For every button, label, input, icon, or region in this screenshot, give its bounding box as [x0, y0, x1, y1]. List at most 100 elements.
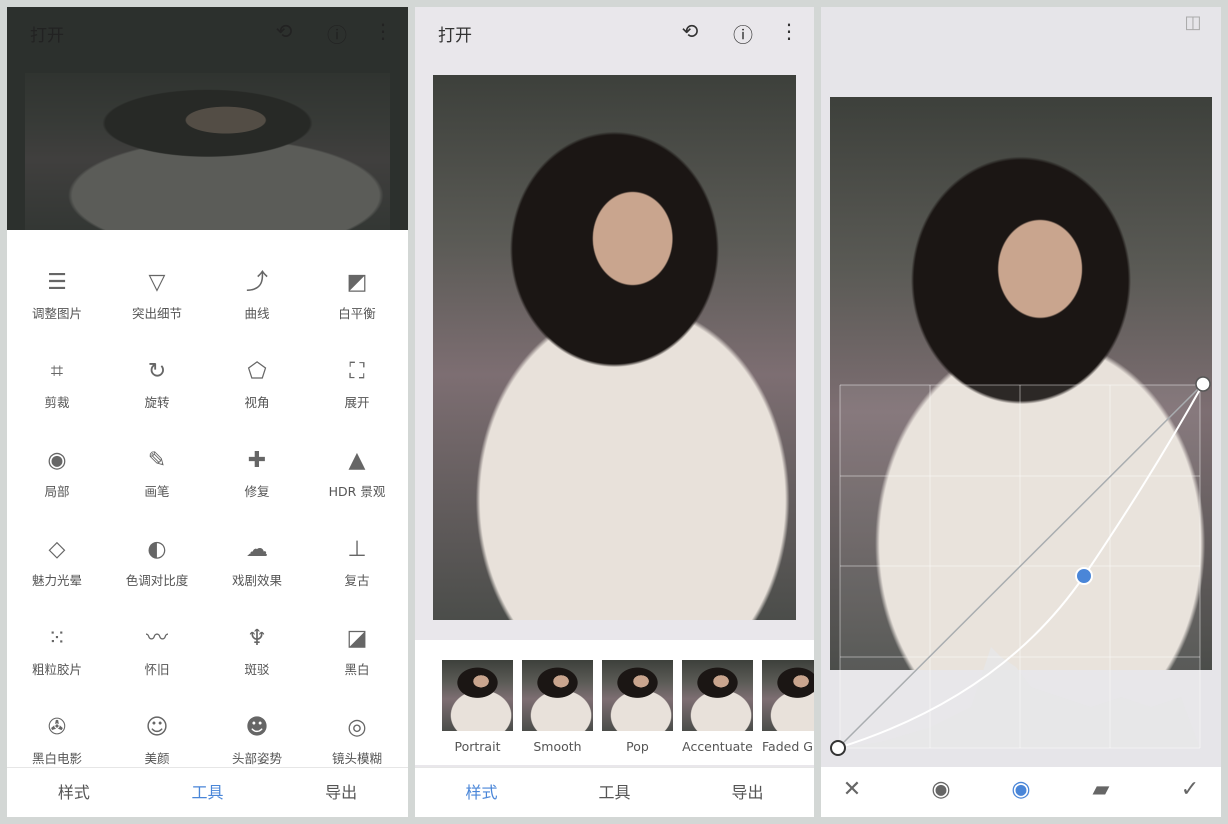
- tool-item[interactable]: ⬠ 视角: [207, 357, 307, 411]
- tool-item[interactable]: ☰ 调整图片: [7, 268, 107, 322]
- white-balance-icon: ◩: [346, 270, 368, 295]
- tool-label: 头部姿势: [231, 751, 282, 766]
- style-label: Smooth: [533, 739, 582, 754]
- tool-item[interactable]: ⛶ 展开: [307, 357, 407, 411]
- rotate-icon: ↻: [147, 359, 167, 384]
- tab-styles[interactable]: 样式: [415, 768, 548, 817]
- curve-point-black[interactable]: [830, 740, 846, 756]
- tool-label: 剪裁: [44, 395, 70, 410]
- presets-icon[interactable]: ▰: [1086, 777, 1116, 802]
- tool-item[interactable]: ▽ 突出细节: [107, 268, 207, 322]
- tool-item[interactable]: 〰怀旧: [107, 624, 207, 678]
- tool-label: 复古: [344, 573, 370, 588]
- tool-item[interactable]: ☻ 头部姿势: [207, 713, 307, 767]
- tool-label: 戏剧效果: [231, 573, 282, 588]
- drama-cloud-icon: ☁: [246, 537, 268, 562]
- tool-label: 斑驳: [244, 662, 270, 677]
- style-portrait[interactable]: Portrait: [442, 660, 513, 754]
- film-reel-icon: ✇: [47, 715, 67, 740]
- curves-toolbar: ✕ ◉ ◉ ▰ ✓: [821, 767, 1221, 817]
- open-button[interactable]: 打开: [30, 21, 64, 46]
- style-label: Faded Gl: [762, 739, 814, 754]
- tool-item[interactable]: ✎ 画笔: [107, 446, 207, 500]
- check-icon[interactable]: ✓: [1175, 777, 1205, 802]
- style-pop[interactable]: Pop: [602, 660, 673, 754]
- tool-item[interactable]: ⊥ 复古: [307, 535, 407, 589]
- tab-tools[interactable]: 工具: [141, 768, 275, 817]
- tool-item[interactable]: ☺ 美颜: [107, 713, 207, 767]
- bottom-tabs: 样式 工具 导出: [7, 767, 408, 817]
- tool-item[interactable]: ⁙ 粗粒胶片: [7, 624, 107, 678]
- layers-undo-icon[interactable]: ⟲: [678, 19, 702, 43]
- glamour-glow-icon: ◇: [48, 537, 66, 562]
- tool-item[interactable]: ◉ 局部: [7, 446, 107, 500]
- tool-item[interactable]: ✚ 修复: [207, 446, 307, 500]
- tool-item[interactable]: ▲ HDR 景观: [307, 446, 407, 500]
- head-pose-icon: ☻: [245, 715, 269, 740]
- curves-icon: ⤴: [245, 270, 268, 295]
- tool-label: 局部: [44, 484, 70, 499]
- vintage-lamp-icon: ⊥: [347, 537, 367, 562]
- tool-item[interactable]: ⌗ 剪裁: [7, 357, 107, 411]
- tab-styles[interactable]: 样式: [7, 768, 141, 817]
- tool-item[interactable]: ♆ 斑驳: [207, 624, 307, 678]
- tab-export[interactable]: 导出: [274, 768, 408, 817]
- tool-label: 调整图片: [31, 306, 82, 321]
- tool-label: 黑白: [344, 662, 370, 677]
- tool-label: 白平衡: [338, 306, 376, 321]
- styles-strip: Portrait Smooth Pop Accentuate Faded Gl: [415, 640, 814, 765]
- tool-label: 旋转: [144, 395, 170, 410]
- black-white-icon: ◪: [346, 626, 368, 651]
- mountain-icon: ▲: [348, 448, 366, 473]
- grunge-icon: ♆: [247, 626, 267, 651]
- tool-label: 展开: [344, 395, 370, 410]
- style-thumbnail: [762, 660, 814, 731]
- style-faded-glow[interactable]: Faded Gl: [762, 660, 814, 754]
- tool-label: 突出细节: [131, 306, 182, 321]
- bottom-tabs: 样式 工具 导出: [415, 767, 814, 817]
- tool-item[interactable]: ⤴ 曲线: [207, 268, 307, 322]
- tools-sheet: ☰ 调整图片 ▽ 突出细节 ⤴ 曲线 ◩ 白平衡 ⌗ 剪裁 ↻ 旋转 ⬠ 视角 ⛶ 展开 ◉ 局部 ✎ 画笔 ✚ 修复 ▲ H…: [7, 230, 408, 767]
- tab-export[interactable]: 导出: [681, 768, 814, 817]
- info-icon[interactable]: ⓘ: [731, 19, 755, 48]
- eye-icon[interactable]: ◉: [1006, 777, 1036, 802]
- selective-icon: ◉: [47, 448, 67, 473]
- mustache-icon: 〰: [145, 626, 168, 651]
- tool-item[interactable]: ↻ 旋转: [107, 357, 207, 411]
- info-icon[interactable]: ⓘ: [325, 19, 349, 48]
- tool-label: 视角: [244, 395, 270, 410]
- curve-point-selected[interactable]: [1075, 567, 1093, 585]
- brush-icon: ✎: [147, 448, 167, 473]
- tool-item[interactable]: ☁ 戏剧效果: [207, 535, 307, 589]
- style-label: Pop: [626, 739, 649, 754]
- tool-item[interactable]: ✇ 黑白电影: [7, 713, 107, 767]
- crop-icon: ⌗: [50, 359, 64, 384]
- tool-item[interactable]: ◪ 黑白: [307, 624, 407, 678]
- layers-undo-icon[interactable]: ⟲: [272, 19, 296, 43]
- curves-editor[interactable]: [821, 7, 1221, 767]
- tool-label: 镜头模糊: [331, 751, 382, 766]
- style-label: Accentuate: [682, 739, 753, 754]
- healing-icon: ✚: [247, 448, 267, 473]
- tonal-contrast-icon: ◐: [147, 537, 167, 562]
- tool-item[interactable]: ◐ 色调对比度: [107, 535, 207, 589]
- tune-icon: ☰: [47, 270, 67, 295]
- tool-item[interactable]: ◩ 白平衡: [307, 268, 407, 322]
- curve-point-white[interactable]: [1195, 376, 1211, 392]
- style-thumbnail: [442, 660, 513, 731]
- tool-label: HDR 景观: [328, 484, 386, 499]
- curves-screen: ◫ ✕ ◉ ◉ ▰ ✓: [821, 7, 1221, 817]
- style-accentuate[interactable]: Accentuate: [682, 660, 753, 754]
- style-smooth[interactable]: Smooth: [522, 660, 593, 754]
- more-vert-icon[interactable]: ⋮: [371, 19, 395, 43]
- tab-tools[interactable]: 工具: [548, 768, 681, 817]
- tool-item[interactable]: ◎ 镜头模糊: [307, 713, 407, 767]
- more-vert-icon[interactable]: ⋮: [777, 19, 801, 43]
- style-thumbnail: [522, 660, 593, 731]
- open-button[interactable]: 打开: [438, 21, 472, 46]
- photo-dimmed: [25, 73, 390, 230]
- tool-item[interactable]: ◇ 魅力光晕: [7, 535, 107, 589]
- face-icon: ☺: [145, 715, 169, 740]
- close-icon[interactable]: ✕: [837, 777, 867, 802]
- curve-channel-icon[interactable]: ◉: [926, 777, 956, 802]
